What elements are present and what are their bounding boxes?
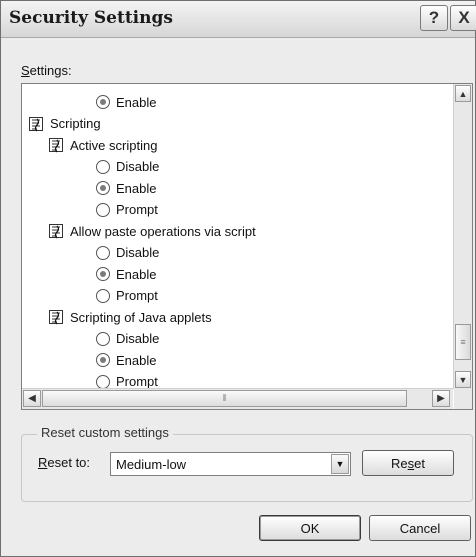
chevron-down-icon: ▼	[458, 374, 468, 385]
horizontal-scrollbar[interactable]: ◀ ⦀ ▶	[22, 388, 453, 409]
chevron-right-icon: ▶	[437, 393, 445, 404]
script-category-icon	[28, 116, 44, 132]
tree-item-label: Disable	[116, 245, 160, 260]
script-category-icon	[48, 137, 64, 153]
ok-button[interactable]: OK	[259, 515, 361, 541]
tree-item-label: Enable	[116, 352, 157, 368]
cancel-button[interactable]: Cancel	[369, 515, 471, 541]
grip-icon: ≡	[460, 337, 466, 347]
title-bar: Security Settings ? X	[1, 1, 476, 38]
horizontal-scroll-thumb[interactable]: ⦀	[42, 390, 407, 407]
close-button[interactable]: X	[450, 5, 476, 31]
tree-category[interactable]: Active scripting	[48, 135, 157, 155]
scroll-up-button[interactable]: ▲	[455, 85, 471, 102]
tree-category[interactable]: Allow paste operations via script	[48, 221, 256, 241]
chevron-up-icon: ▲	[458, 88, 468, 99]
grip-icon: ⦀	[222, 393, 227, 403]
ok-label: OK	[300, 520, 320, 536]
cancel-label: Cancel	[399, 520, 441, 536]
chevron-left-icon: ◀	[28, 393, 36, 404]
tree-option[interactable]: Prompt	[96, 200, 158, 220]
scroll-left-button[interactable]: ◀	[23, 390, 41, 407]
tree-item-label: Prompt	[116, 288, 158, 303]
tree-item-label: Enable	[116, 94, 157, 110]
close-icon: X	[458, 8, 470, 27]
tree-category[interactable]: Scripting	[28, 114, 101, 134]
tree-option[interactable]: Enable	[96, 264, 156, 284]
radio-button[interactable]	[96, 159, 110, 174]
tree-option[interactable]: Enable	[96, 92, 156, 112]
tree-item-label: Scripting of Java applets	[70, 309, 212, 325]
tree-item-label: Scripting	[50, 116, 101, 131]
reset-group-legend: Reset custom settings	[37, 425, 173, 440]
tree-item-label: Disable	[116, 159, 160, 174]
tree-option[interactable]: Enable	[96, 178, 156, 198]
radio-button[interactable]	[96, 181, 110, 195]
radio-button[interactable]	[96, 353, 110, 367]
settings-label: Settings:	[21, 63, 72, 78]
scroll-down-button[interactable]: ▼	[455, 371, 471, 388]
tree-item-label: Prompt	[116, 374, 158, 389]
tree-option[interactable]: Enable	[96, 350, 156, 370]
help-icon: ?	[428, 8, 440, 27]
help-button[interactable]: ?	[420, 5, 448, 31]
radio-button[interactable]	[96, 374, 110, 389]
tree-option[interactable]: Disable	[96, 243, 159, 263]
tree-item-label: Disable	[116, 331, 160, 346]
tree-item-label: Allow paste operations via script	[70, 223, 256, 239]
tree-item-label: Prompt	[116, 202, 158, 217]
dropdown-button[interactable]: ▼	[331, 454, 349, 474]
radio-button[interactable]	[96, 288, 110, 303]
script-category-icon	[48, 309, 64, 325]
radio-button[interactable]	[96, 202, 110, 217]
tree-option[interactable]: Disable	[96, 329, 159, 349]
tree-item-label: Enable	[116, 266, 157, 282]
security-settings-dialog: Security Settings ? X Settings: Enable Sc…	[0, 0, 476, 557]
radio-button[interactable]	[96, 245, 110, 260]
radio-button[interactable]	[96, 267, 110, 281]
tree-item-label: Active scripting	[70, 137, 158, 153]
tree-option[interactable]: Disable	[96, 157, 159, 177]
security-level-dropdown[interactable]: Medium-low ▼	[110, 452, 351, 476]
tree-category[interactable]: Scripting of Java applets	[48, 307, 212, 327]
radio-button[interactable]	[96, 95, 110, 109]
security-level-value: Medium-low	[116, 457, 187, 472]
chevron-down-icon: ▼	[335, 459, 345, 469]
tree-item-label: Enable	[116, 180, 157, 196]
reset-to-label: Reset to:	[38, 455, 91, 470]
vertical-scroll-thumb[interactable]: ≡	[455, 324, 471, 360]
tree-option[interactable]: Prompt	[96, 286, 158, 306]
script-category-icon	[48, 223, 64, 239]
scroll-right-button[interactable]: ▶	[432, 390, 450, 407]
settings-list[interactable]: Enable Scripting Active scripting Disable En…	[21, 83, 473, 410]
radio-button[interactable]	[96, 331, 110, 346]
scrollbar-corner	[454, 389, 472, 409]
vertical-scrollbar[interactable]: ▲ ≡ ▼	[453, 84, 472, 389]
dialog-title: Security Settings	[9, 8, 173, 28]
reset-button[interactable]: Re s et	[362, 450, 454, 476]
